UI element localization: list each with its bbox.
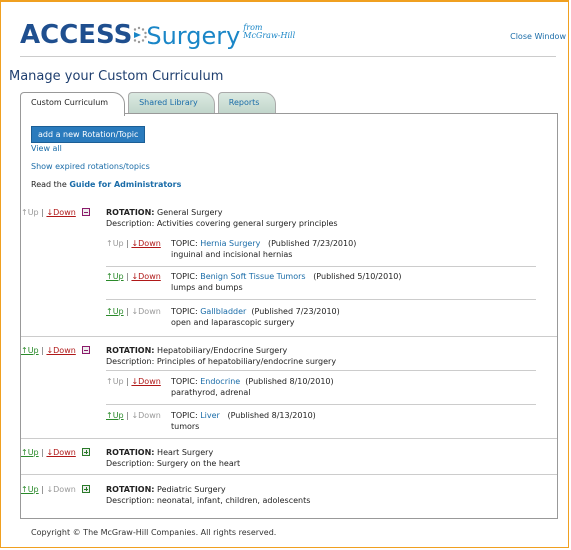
- divider: [106, 370, 536, 371]
- divider: [21, 336, 557, 337]
- view-all-link[interactable]: View all: [31, 144, 62, 153]
- logo-surgery-text: Surgery: [146, 22, 241, 50]
- move-up-control: ↑Up: [106, 377, 124, 386]
- guide-prefix: Read the: [31, 180, 67, 189]
- move-up-control[interactable]: ↑Up: [21, 346, 39, 355]
- topic-controls: ↑Up | ↓Down: [106, 411, 161, 420]
- move-down-control[interactable]: ↓Down: [131, 272, 160, 281]
- rotation-name: Heart Surgery: [157, 448, 214, 457]
- move-up-control[interactable]: ↑Up: [21, 485, 39, 494]
- divider: [106, 266, 536, 267]
- rotation-name: General Surgery: [157, 208, 223, 217]
- rotation-description: Surgery on the heart: [156, 459, 241, 468]
- topic-controls: ↑Up | ↓Down: [106, 307, 161, 316]
- expand-icon[interactable]: [82, 448, 91, 456]
- site-header: ACCESS Surgery from McGraw-Hill Close Win…: [20, 16, 566, 57]
- topic-controls: ↑Up | ↓Down: [106, 377, 161, 386]
- topic-info: TOPIC: Endocrine (Published 8/10/2010) p…: [171, 377, 334, 397]
- move-down-control: ↓Down: [131, 307, 161, 316]
- rotation-row: ↑Up | ↓Down: [21, 345, 91, 356]
- page-title: Manage your Custom Curriculum: [9, 69, 224, 84]
- move-down-control[interactable]: ↓Down: [46, 346, 75, 355]
- move-up-control[interactable]: ↑Up: [106, 411, 124, 420]
- show-expired-link[interactable]: Show expired rotations/topics: [31, 162, 150, 171]
- move-down-control[interactable]: ↓Down: [131, 239, 160, 248]
- rotation-description: Principles of hepatobiliary/endocrine su…: [156, 357, 337, 366]
- divider: [21, 438, 557, 439]
- rotation-description: neonatal, infant, children, adolescents: [156, 496, 311, 505]
- rotation-info: ROTATION: Heart Surgery Description: Sur…: [106, 448, 241, 468]
- move-up-control: ↑Up: [21, 208, 39, 217]
- tab-reports[interactable]: Reports: [217, 92, 277, 115]
- topic-link[interactable]: Benign Soft Tissue Tumors: [200, 272, 305, 281]
- divider: [106, 299, 536, 300]
- rotation-row: ↑Up | ↓Down: [21, 484, 91, 495]
- move-up-control[interactable]: ↑Up: [106, 307, 124, 316]
- divider: [21, 474, 557, 475]
- rotation-name: Pediatric Surgery: [157, 485, 226, 494]
- guide-line: Read the Guide for Administrators: [31, 180, 181, 189]
- curriculum-panel: add a new Rotation/Topic View all Show e…: [20, 113, 558, 519]
- move-up-control: ↑Up: [106, 239, 124, 248]
- move-down-control[interactable]: ↓Down: [46, 208, 75, 217]
- collapse-icon[interactable]: [82, 208, 91, 216]
- rotation-name: Hepatobiliary/Endocrine Surgery: [157, 346, 288, 355]
- close-window-link[interactable]: Close Window: [510, 32, 566, 41]
- move-down-control[interactable]: ↓Down: [131, 377, 160, 386]
- topic-info: TOPIC: Gallbladder (Published 7/23/2010)…: [171, 307, 340, 327]
- tab-bar: Custom Curriculum Shared Library Reports: [20, 92, 277, 116]
- topic-link[interactable]: Hernia Surgery: [200, 239, 260, 248]
- topic-controls: ↑Up | ↓Down: [106, 239, 161, 248]
- move-down-control: ↓Down: [46, 485, 76, 494]
- window-frame: ACCESS Surgery from McGraw-Hill Close Win…: [0, 0, 569, 548]
- expand-icon[interactable]: [82, 485, 91, 493]
- topic-info: TOPIC: Liver (Published 8/13/2010) tumor…: [171, 411, 316, 431]
- rotation-info: ROTATION: General Surgery Description: A…: [106, 208, 338, 228]
- move-down-control[interactable]: ↓Down: [46, 448, 75, 457]
- topic-info: TOPIC: Benign Soft Tissue Tumors (Publis…: [171, 272, 402, 292]
- copyright-footer: Copyright © The McGraw-Hill Companies. A…: [31, 528, 277, 537]
- collapse-icon[interactable]: [82, 346, 91, 354]
- divider: [106, 404, 536, 405]
- move-up-control[interactable]: ↑Up: [106, 272, 124, 281]
- tab-custom-curriculum[interactable]: Custom Curriculum: [20, 92, 126, 116]
- topic-link[interactable]: Endocrine: [200, 377, 240, 386]
- accesssurgery-logo[interactable]: ACCESS Surgery from McGraw-Hill: [20, 16, 295, 50]
- rotation-info: ROTATION: Hepatobiliary/Endocrine Surger…: [106, 346, 337, 366]
- rotation-description: Activities covering general surgery prin…: [156, 219, 338, 228]
- logo-from-text: from McGraw-Hill: [243, 23, 296, 40]
- logo-access-text: ACCESS: [20, 20, 133, 50]
- rotation-row: ↑Up | ↓Down: [21, 207, 91, 218]
- topic-info: TOPIC: Hernia Surgery (Published 7/23/20…: [171, 239, 357, 259]
- rotation-info: ROTATION: Pediatric Surgery Description:…: [106, 485, 311, 505]
- topic-controls: ↑Up | ↓Down: [106, 272, 161, 281]
- tab-shared-library[interactable]: Shared Library: [128, 92, 215, 115]
- topic-link[interactable]: Liver: [200, 411, 220, 420]
- topic-link[interactable]: Gallbladder: [200, 307, 246, 316]
- rotation-row: ↑Up | ↓Down: [21, 447, 91, 458]
- move-up-control[interactable]: ↑Up: [21, 448, 39, 457]
- guide-for-administrators-link[interactable]: Guide for Administrators: [69, 180, 181, 189]
- add-rotation-topic-button[interactable]: add a new Rotation/Topic: [31, 126, 146, 143]
- move-down-control: ↓Down: [131, 411, 161, 420]
